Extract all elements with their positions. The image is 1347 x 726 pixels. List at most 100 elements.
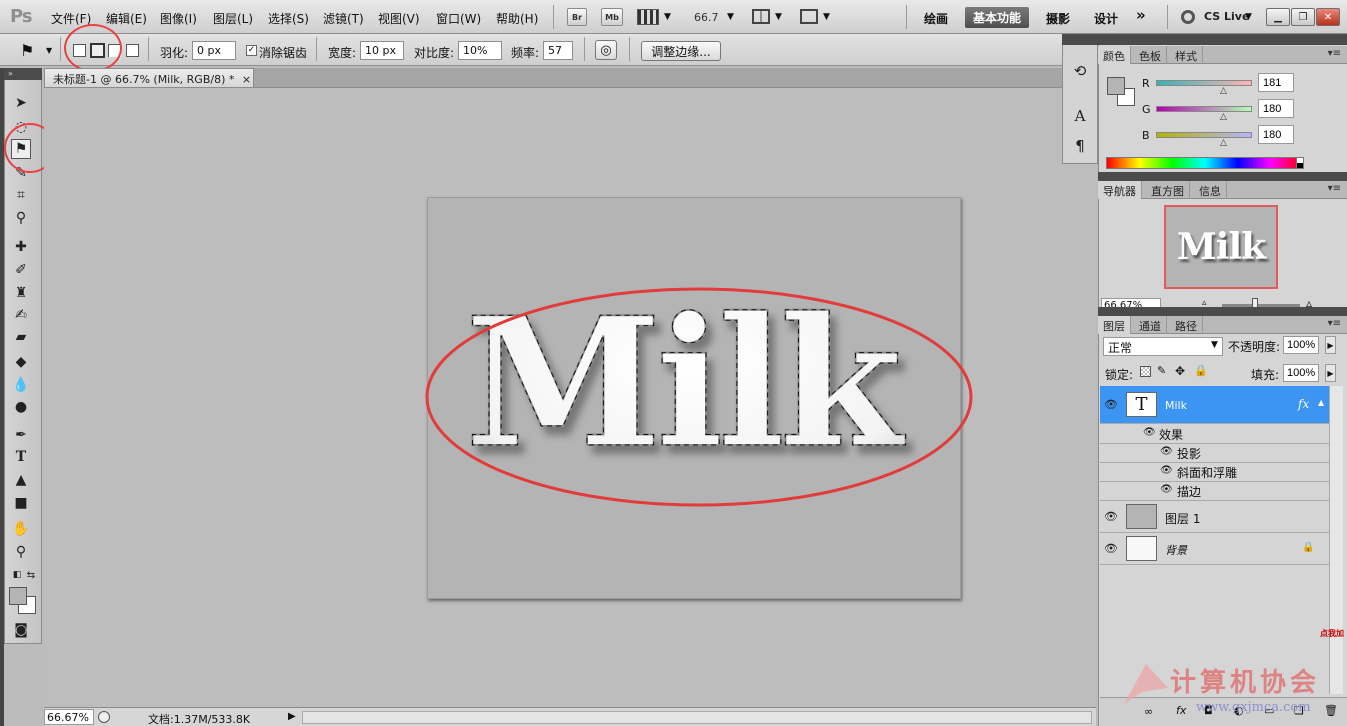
tab-styles[interactable]: 样式	[1170, 46, 1203, 64]
hand-tool-icon[interactable]: ✋	[10, 519, 32, 539]
blue-input[interactable]	[1258, 125, 1294, 144]
close-tab-icon[interactable]: ×	[242, 73, 251, 86]
tab-channels[interactable]: 通道	[1134, 316, 1167, 334]
quick-mask-icon[interactable]: ◙	[10, 620, 32, 640]
close-button[interactable]: ✕	[1316, 8, 1340, 26]
pen-tool-icon[interactable]: ✒	[10, 425, 32, 445]
crop-tool-icon[interactable]: ⌗	[10, 185, 32, 205]
menu-help[interactable]: 帮助(H)	[496, 10, 538, 27]
blur-tool-icon[interactable]: 💧	[10, 375, 32, 395]
move-tool-icon[interactable]: ➤	[10, 93, 32, 113]
antialias-checkbox[interactable]: ✓	[246, 45, 257, 56]
effects-row[interactable]	[1100, 424, 1329, 444]
swap-colors-icon[interactable]: ⇆	[20, 565, 42, 585]
effect-row[interactable]	[1100, 444, 1329, 463]
foreground-color-swatch[interactable]	[9, 587, 27, 605]
workspace-photography[interactable]: 摄影	[1046, 10, 1070, 27]
extras-icon[interactable]	[637, 9, 659, 25]
clone-stamp-tool-icon[interactable]: ♜	[10, 283, 32, 303]
character-panel-icon[interactable]: A	[1070, 106, 1090, 126]
paint-bucket-tool-icon[interactable]: ◆	[10, 352, 32, 372]
red-slider-thumb[interactable]: △	[1220, 86, 1227, 96]
text-layer-thumbnail[interactable]: T	[1126, 392, 1157, 417]
effect-row[interactable]	[1100, 482, 1329, 501]
mini-bridge-button[interactable]: Mb	[601, 8, 623, 26]
green-input[interactable]	[1258, 99, 1294, 118]
feather-input[interactable]	[192, 41, 236, 60]
arrange-documents-icon[interactable]	[752, 9, 770, 24]
chevron-down-icon[interactable]: ▼	[727, 12, 734, 22]
history-brush-tool-icon[interactable]: ✍	[10, 305, 32, 325]
menu-window[interactable]: 窗口(W)	[436, 10, 481, 27]
effects-fx-icon[interactable]: fx	[1298, 397, 1309, 411]
menu-select[interactable]: 选择(S)	[268, 10, 309, 27]
fill-arrow-icon[interactable]: ▶	[1325, 364, 1336, 382]
layer-name-background[interactable]: 背景	[1165, 542, 1187, 558]
panel-menu-icon[interactable]: ▾≡	[1328, 183, 1341, 194]
workspace-painting[interactable]: 绘画	[924, 10, 948, 27]
background-thumbnail[interactable]	[1126, 536, 1157, 561]
type-tool-icon[interactable]: T	[10, 447, 32, 467]
add-style-icon[interactable]: fx	[1176, 704, 1186, 717]
frequency-input[interactable]	[543, 41, 573, 60]
lock-pixels-icon[interactable]: ✎	[1157, 364, 1166, 377]
navigator-preview[interactable]: Milk	[1164, 205, 1278, 289]
horizontal-scrollbar[interactable]	[302, 711, 1092, 724]
chevron-down-icon[interactable]: ▼	[664, 12, 671, 22]
tab-info[interactable]: 信息	[1194, 181, 1227, 199]
lasso-tool-preset-icon[interactable]: ⚑	[20, 41, 34, 60]
workspace-design[interactable]: 设计	[1094, 10, 1118, 27]
menu-view[interactable]: 视图(V)	[378, 10, 420, 27]
fill-input[interactable]	[1283, 364, 1319, 382]
tab-color[interactable]: 颜色	[1098, 46, 1131, 64]
menu-layer[interactable]: 图层(L)	[213, 10, 253, 27]
brush-tool-icon[interactable]: ✐	[10, 260, 32, 280]
panel-menu-icon[interactable]: ▾≡	[1328, 318, 1341, 329]
bridge-button[interactable]: Br	[567, 8, 587, 26]
foreground-color-swatch[interactable]	[1107, 77, 1125, 95]
layer-name-milk[interactable]: Milk	[1165, 399, 1187, 412]
layer-name-layer1[interactable]: 图层 1	[1165, 510, 1200, 527]
visibility-eye-icon[interactable]: 👁	[1160, 484, 1173, 495]
history-panel-icon[interactable]: ⟲	[1070, 61, 1090, 81]
opacity-arrow-icon[interactable]: ▶	[1325, 336, 1336, 354]
layer1-thumbnail[interactable]	[1126, 504, 1157, 529]
width-input[interactable]	[360, 41, 404, 60]
document-tab[interactable]: 未标题-1 @ 66.7% (Milk, RGB/8) * ×	[44, 68, 254, 87]
restore-button[interactable]: ❐	[1291, 8, 1315, 26]
black-white-swatch[interactable]	[1296, 157, 1304, 169]
minimize-button[interactable]: ▁	[1266, 8, 1290, 26]
workspace-essentials[interactable]: 基本功能	[965, 7, 1029, 28]
link-layers-icon[interactable]: ∞	[1144, 705, 1153, 718]
chevron-down-icon[interactable]: ▼	[823, 12, 830, 22]
menu-edit[interactable]: 编辑(E)	[106, 10, 147, 27]
tablet-pressure-icon[interactable]: ◎	[595, 40, 617, 60]
chevron-down-icon[interactable]: ▼	[775, 12, 782, 22]
panel-menu-icon[interactable]: ▾≡	[1328, 48, 1341, 59]
visibility-eye-icon[interactable]: 👁	[1160, 465, 1173, 476]
delete-layer-icon[interactable]: 🗑	[1324, 704, 1338, 717]
red-slider[interactable]	[1156, 80, 1252, 86]
visibility-eye-icon[interactable]: 👁	[1143, 427, 1156, 438]
contrast-input[interactable]	[458, 41, 502, 60]
dodge-tool-icon[interactable]: ●	[10, 397, 32, 417]
blue-slider-thumb[interactable]: △	[1220, 138, 1227, 148]
tab-paths[interactable]: 路径	[1170, 316, 1203, 334]
refine-edge-button[interactable]: 调整边缘...	[641, 41, 721, 61]
lock-position-icon[interactable]: ✥	[1175, 364, 1185, 378]
red-input[interactable]	[1258, 73, 1294, 92]
menu-filter[interactable]: 滤镜(T)	[323, 10, 364, 27]
chevron-down-icon[interactable]: ▼	[1211, 340, 1218, 350]
chevron-down-icon[interactable]: ▼	[1245, 12, 1252, 22]
visibility-eye-icon[interactable]: 👁	[1104, 398, 1118, 411]
chevron-down-icon[interactable]: ▼	[46, 46, 52, 55]
visibility-eye-icon[interactable]: 👁	[1160, 446, 1173, 457]
blue-slider[interactable]	[1156, 132, 1252, 138]
zoom-tool-icon[interactable]: ⚲	[10, 542, 32, 562]
zoom-level[interactable]: 66.7	[694, 11, 719, 24]
lock-transparent-icon[interactable]	[1140, 366, 1151, 377]
color-spectrum[interactable]	[1106, 157, 1304, 169]
blend-mode-select[interactable]: 正常	[1103, 337, 1223, 356]
visibility-eye-icon[interactable]: 👁	[1104, 542, 1118, 555]
status-zoom-field[interactable]: 66.67%	[44, 709, 94, 725]
